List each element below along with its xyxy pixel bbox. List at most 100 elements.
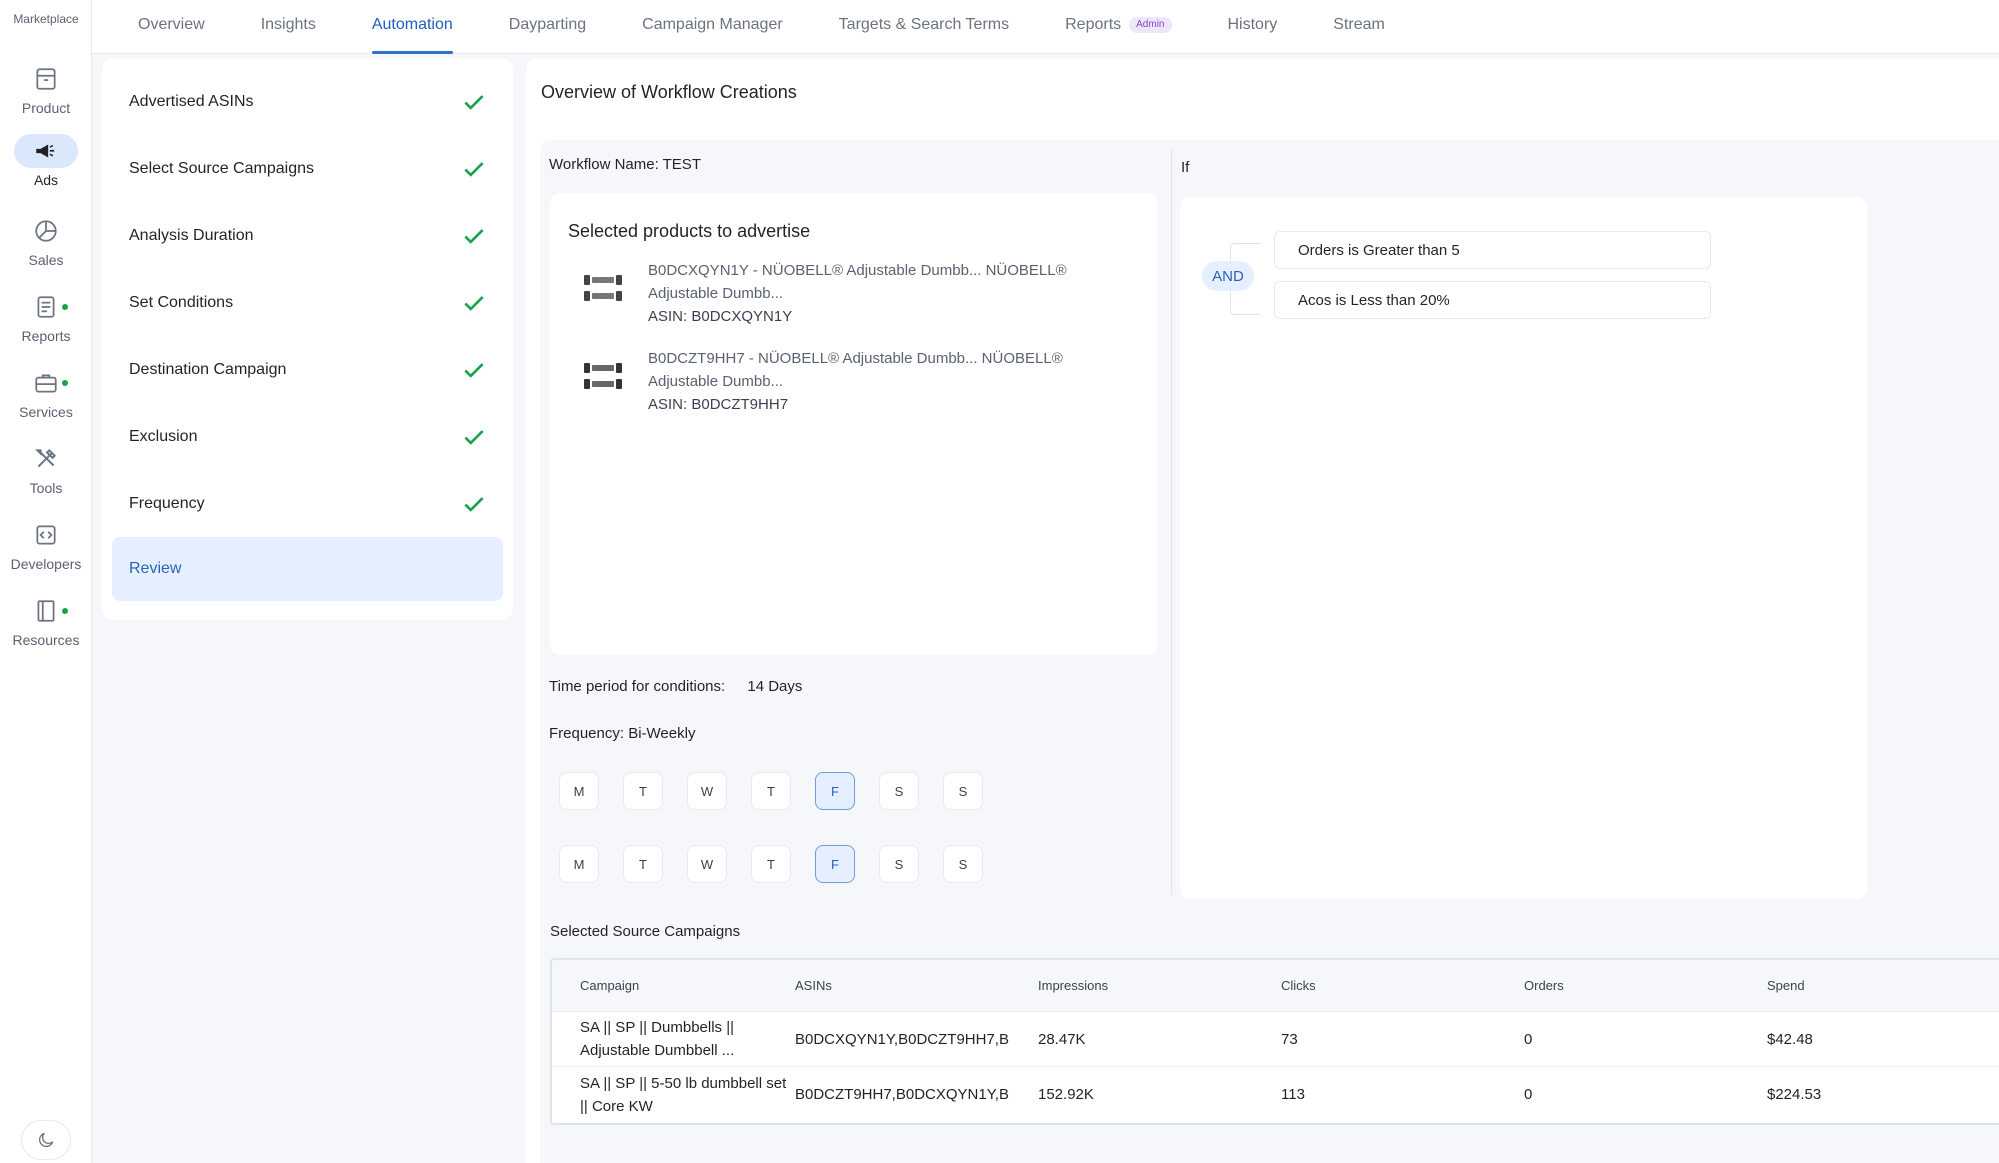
step-label: Frequency [129, 494, 205, 512]
day-button[interactable]: W [687, 772, 727, 810]
table-header: Campaign ASINs Impressions Clicks Orders… [552, 960, 1999, 1012]
day-button[interactable]: M [559, 772, 599, 810]
tab-stream[interactable]: Stream [1305, 0, 1413, 54]
week-2-days: M T W T F S S [559, 845, 983, 883]
cell-impressions: 28.47K [1038, 1030, 1086, 1048]
day-button-selected[interactable]: F [815, 845, 855, 883]
cell-campaign: SA || SP || 5-50 lb dumbbell set || Core… [580, 1074, 787, 1115]
rail-item-services[interactable]: Services [0, 366, 92, 436]
selected-products-card: Selected products to advertise B0DCXQYN1… [550, 193, 1158, 655]
dumbbell-product-image [580, 353, 626, 399]
column-header-asins[interactable]: ASINs [795, 978, 1038, 993]
tab-campaign-manager[interactable]: Campaign Manager [614, 0, 811, 54]
step-label: Analysis Duration [129, 226, 254, 244]
product-title-line: Adjustable Dumbb... [648, 373, 784, 390]
left-rail: Marketplace Product Ads Sales Reports Se… [0, 0, 92, 1163]
time-period-row: Time period for conditions: 14 Days [549, 678, 802, 695]
admin-badge: Admin [1129, 17, 1172, 33]
code-icon [14, 518, 78, 552]
source-campaigns-title: Selected Source Campaigns [550, 923, 741, 940]
notification-dot [62, 380, 68, 386]
step-analysis-duration[interactable]: Analysis Duration [112, 202, 503, 269]
rail-item-tools[interactable]: Tools [0, 442, 92, 512]
top-tabs: Overview Insights Automation Dayparting … [92, 0, 1999, 54]
rail-item-resources[interactable]: Resources [0, 594, 92, 664]
rail-item-ads[interactable]: Ads [0, 134, 92, 204]
day-button[interactable]: T [623, 772, 663, 810]
day-button[interactable]: T [751, 845, 791, 883]
tab-label: Automation [371, 16, 453, 33]
rail-label-reports: Reports [21, 328, 71, 344]
rail-label-developers: Developers [10, 556, 82, 572]
tab-label: Overview [138, 16, 205, 33]
tab-label: Campaign Manager [642, 16, 783, 33]
rail-label-product: Product [21, 100, 71, 116]
column-header-orders[interactable]: Orders [1524, 978, 1767, 993]
step-set-conditions[interactable]: Set Conditions [112, 269, 503, 336]
column-header-spend[interactable]: Spend [1767, 978, 1997, 993]
theme-toggle-button[interactable] [21, 1120, 71, 1160]
tab-label: Reports [1065, 16, 1122, 33]
book-icon [14, 594, 78, 628]
check-icon [464, 429, 484, 445]
tools-icon [14, 442, 78, 476]
cell-spend: $224.53 [1767, 1086, 1822, 1103]
day-button[interactable]: S [879, 772, 919, 810]
step-destination-campaign[interactable]: Destination Campaign [112, 336, 503, 403]
tab-history[interactable]: History [1200, 0, 1306, 54]
rail-label-tools: Tools [29, 480, 63, 496]
day-button[interactable]: T [751, 772, 791, 810]
tab-overview[interactable]: Overview [110, 0, 233, 54]
product-title-line: B0DCZT9HH7 - NÜOBELL® Adjustable Dumbb..… [648, 350, 1063, 367]
rail-item-product[interactable]: Product [0, 62, 92, 132]
rail-label-resources: Resources [12, 632, 80, 648]
workflow-steps-panel: Advertised ASINs Select Source Campaigns… [102, 58, 513, 620]
table-row[interactable]: SA || SP || 5-50 lb dumbbell set || Core… [552, 1067, 1999, 1122]
step-label: Select Source Campaigns [129, 159, 314, 177]
product-item: B0DCXQYN1Y - NÜOBELL® Adjustable Dumbb..… [580, 259, 1140, 328]
tab-automation[interactable]: Automation [344, 0, 481, 54]
tab-dayparting[interactable]: Dayparting [481, 0, 614, 54]
day-button[interactable]: W [687, 845, 727, 883]
report-doc-icon [14, 290, 78, 324]
check-icon [464, 496, 484, 512]
rail-item-developers[interactable]: Developers [0, 518, 92, 588]
step-frequency[interactable]: Frequency [112, 470, 503, 537]
column-header-clicks[interactable]: Clicks [1281, 978, 1524, 993]
step-review[interactable]: Review [112, 537, 503, 601]
rail-item-reports[interactable]: Reports [0, 290, 92, 360]
column-header-campaign[interactable]: Campaign [552, 974, 795, 997]
cell-clicks: 113 [1281, 1086, 1305, 1103]
cell-impressions: 152.92K [1038, 1086, 1094, 1103]
marketplace-label[interactable]: Marketplace [0, 12, 92, 26]
product-asin: ASIN: B0DCXQYN1Y [648, 308, 793, 325]
pie-chart-icon [14, 214, 78, 248]
day-button[interactable]: T [623, 845, 663, 883]
check-icon [464, 161, 484, 177]
condition-row: Orders is Greater than 5 [1274, 231, 1711, 269]
tab-reports[interactable]: Reports Admin [1037, 0, 1199, 54]
tab-insights[interactable]: Insights [233, 0, 344, 54]
column-divider [1171, 150, 1172, 895]
product-asin: ASIN: B0DCZT9HH7 [648, 396, 789, 413]
megaphone-icon [14, 134, 78, 168]
step-select-source-campaigns[interactable]: Select Source Campaigns [112, 135, 503, 202]
step-exclusion[interactable]: Exclusion [112, 403, 503, 470]
day-button[interactable]: S [943, 845, 983, 883]
day-button[interactable]: S [943, 772, 983, 810]
step-advertised-asins[interactable]: Advertised ASINs [112, 68, 503, 135]
day-button-selected[interactable]: F [815, 772, 855, 810]
product-item: B0DCZT9HH7 - NÜOBELL® Adjustable Dumbb..… [580, 347, 1140, 416]
archive-box-icon [14, 62, 78, 96]
day-button[interactable]: M [559, 845, 599, 883]
table-row[interactable]: SA || SP || Dumbbells || Adjustable Dumb… [552, 1012, 1999, 1067]
week-1-days: M T W T F S S [559, 772, 983, 810]
tab-targets-search-terms[interactable]: Targets & Search Terms [811, 0, 1037, 54]
column-header-impressions[interactable]: Impressions [1038, 978, 1281, 993]
day-button[interactable]: S [879, 845, 919, 883]
check-icon [464, 94, 484, 110]
rail-item-sales[interactable]: Sales [0, 214, 92, 284]
check-icon [464, 362, 484, 378]
source-campaigns-table: Campaign ASINs Impressions Clicks Orders… [550, 958, 1999, 1125]
rail-label-services: Services [19, 404, 73, 420]
